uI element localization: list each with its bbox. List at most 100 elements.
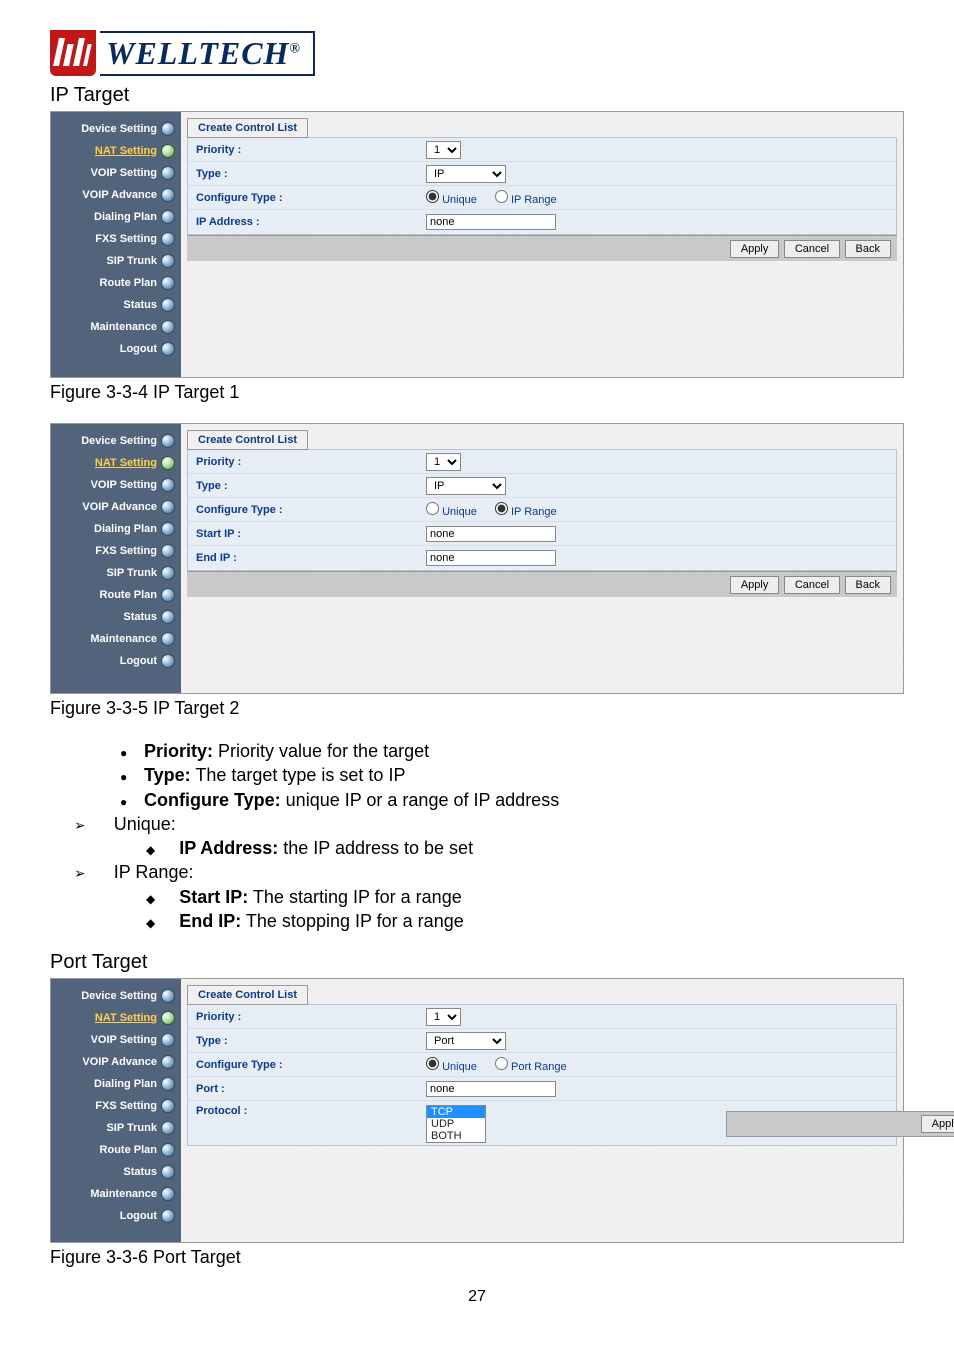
apply-button[interactable]: Apply [730,576,780,594]
expand-icon [161,254,175,268]
sidebar-item-label: SIP Trunk [106,1122,157,1134]
sidebar-item-route-plan[interactable]: Route Plan [51,584,181,606]
radio-ip-range[interactable] [495,190,508,203]
sidebar-item-device-setting[interactable]: Device Setting [51,430,181,452]
sidebar-item-route-plan[interactable]: Route Plan [51,272,181,294]
sidebar-item-sip-trunk[interactable]: SIP Trunk [51,1117,181,1139]
sidebar-item-sip-trunk[interactable]: SIP Trunk [51,562,181,584]
radio-unique[interactable] [426,190,439,203]
sidebar-item-voip-setting[interactable]: VOIP Setting [51,474,181,496]
sidebar-item-label: Device Setting [81,435,157,447]
expand-icon [161,144,175,158]
sidebar-item-label: Dialing Plan [94,523,157,535]
sidebar-item-nat-setting[interactable]: NAT Setting [51,140,181,162]
expand-icon [161,298,175,312]
radio-unique[interactable] [426,502,439,515]
page-number: 27 [50,1288,904,1306]
sidebar-item-fxs-setting[interactable]: FXS Setting [51,228,181,250]
protocol-option[interactable]: TCP [427,1106,485,1118]
sidebar-item-logout[interactable]: Logout [51,338,181,360]
expand-icon [161,610,175,624]
radio-unique[interactable] [426,1057,439,1070]
label-start-ip: Start IP : [196,528,426,540]
label-priority: Priority : [196,1011,426,1023]
sidebar-item-device-setting[interactable]: Device Setting [51,985,181,1007]
sidebar-item-label: Logout [120,1210,157,1222]
sidebar-item-route-plan[interactable]: Route Plan [51,1139,181,1161]
sidebar-item-status[interactable]: Status [51,1161,181,1183]
sidebar-item-logout[interactable]: Logout [51,1205,181,1227]
sidebar-item-label: VOIP Advance [82,501,157,513]
sidebar-item-label: VOIP Setting [91,479,157,491]
sidebar-item-status[interactable]: Status [51,294,181,316]
select-type[interactable]: Port [426,1032,506,1050]
sidebar-item-label: Status [123,299,157,311]
sidebar-item-label: Maintenance [90,633,157,645]
sidebar-item-label: FXS Setting [95,1100,157,1112]
sidebar-item-maintenance[interactable]: Maintenance [51,628,181,650]
tab-create-control-list[interactable]: Create Control List [187,430,308,450]
cancel-button[interactable]: Cancel [784,576,840,594]
sidebar-item-label: Dialing Plan [94,211,157,223]
label-type: Type : [196,480,426,492]
label-end-ip: End IP : [196,552,426,564]
sidebar-item-fxs-setting[interactable]: FXS Setting [51,1095,181,1117]
expand-icon [161,500,175,514]
expand-icon [161,276,175,290]
tab-create-control-list[interactable]: Create Control List [187,985,308,1005]
input-end-ip[interactable] [426,550,556,566]
back-button[interactable]: Back [845,240,891,258]
sidebar: Device Setting NAT Setting VOIP Setting VOI… [51,424,181,693]
sidebar-item-nat-setting[interactable]: NAT Setting [51,452,181,474]
tab-create-control-list[interactable]: Create Control List [187,118,308,138]
select-type[interactable]: IP [426,165,506,183]
sidebar-item-fxs-setting[interactable]: FXS Setting [51,540,181,562]
protocol-option[interactable]: BOTH [427,1130,485,1142]
sidebar-item-logout[interactable]: Logout [51,650,181,672]
sidebar-item-dialing-plan[interactable]: Dialing Plan [51,1073,181,1095]
input-ip-address[interactable] [426,214,556,230]
sidebar-item-dialing-plan[interactable]: Dialing Plan [51,206,181,228]
radio-ip-range[interactable] [495,502,508,515]
radio-port-range[interactable] [495,1057,508,1070]
label-type: Type : [196,1035,426,1047]
sidebar-item-voip-setting[interactable]: VOIP Setting [51,1029,181,1051]
input-port[interactable] [426,1081,556,1097]
expand-icon [161,122,175,136]
expand-icon [161,544,175,558]
sidebar-item-voip-setting[interactable]: VOIP Setting [51,162,181,184]
sidebar: Device SettingNAT SettingVOIP SettingVOI… [51,112,181,377]
expand-icon [161,1209,175,1223]
sidebar-item-label: Route Plan [100,1144,157,1156]
select-priority[interactable]: 1 [426,453,461,471]
panel-ip-target-1: Device SettingNAT SettingVOIP SettingVOI… [50,111,904,378]
select-protocol[interactable]: TCPUDPBOTH [426,1105,486,1143]
sidebar-item-device-setting[interactable]: Device Setting [51,118,181,140]
select-priority[interactable]: 1 [426,1008,461,1026]
apply-button[interactable]: Apply [921,1115,954,1133]
sidebar-item-label: FXS Setting [95,545,157,557]
sidebar-item-maintenance[interactable]: Maintenance [51,1183,181,1205]
apply-button[interactable]: Apply [730,240,780,258]
sidebar-item-sip-trunk[interactable]: SIP Trunk [51,250,181,272]
protocol-option[interactable]: UDP [427,1118,485,1130]
back-button[interactable]: Back [845,576,891,594]
sidebar-item-nat-setting[interactable]: NAT Setting [51,1007,181,1029]
sidebar-item-label: FXS Setting [95,233,157,245]
sidebar-item-voip-advance[interactable]: VOIP Advance [51,496,181,518]
input-start-ip[interactable] [426,526,556,542]
sidebar-item-maintenance[interactable]: Maintenance [51,316,181,338]
expand-icon [161,320,175,334]
select-type[interactable]: IP [426,477,506,495]
sidebar-item-voip-advance[interactable]: VOIP Advance [51,184,181,206]
expand-icon [161,1187,175,1201]
cancel-button[interactable]: Cancel [784,240,840,258]
label-priority: Priority : [196,144,426,156]
expand-icon [161,478,175,492]
sidebar-item-label: Device Setting [81,990,157,1002]
select-priority[interactable]: 1 [426,141,461,159]
sidebar-item-dialing-plan[interactable]: Dialing Plan [51,518,181,540]
sidebar-item-status[interactable]: Status [51,606,181,628]
sidebar-item-voip-advance[interactable]: VOIP Advance [51,1051,181,1073]
logo-text: WELLTECH® [100,31,315,76]
